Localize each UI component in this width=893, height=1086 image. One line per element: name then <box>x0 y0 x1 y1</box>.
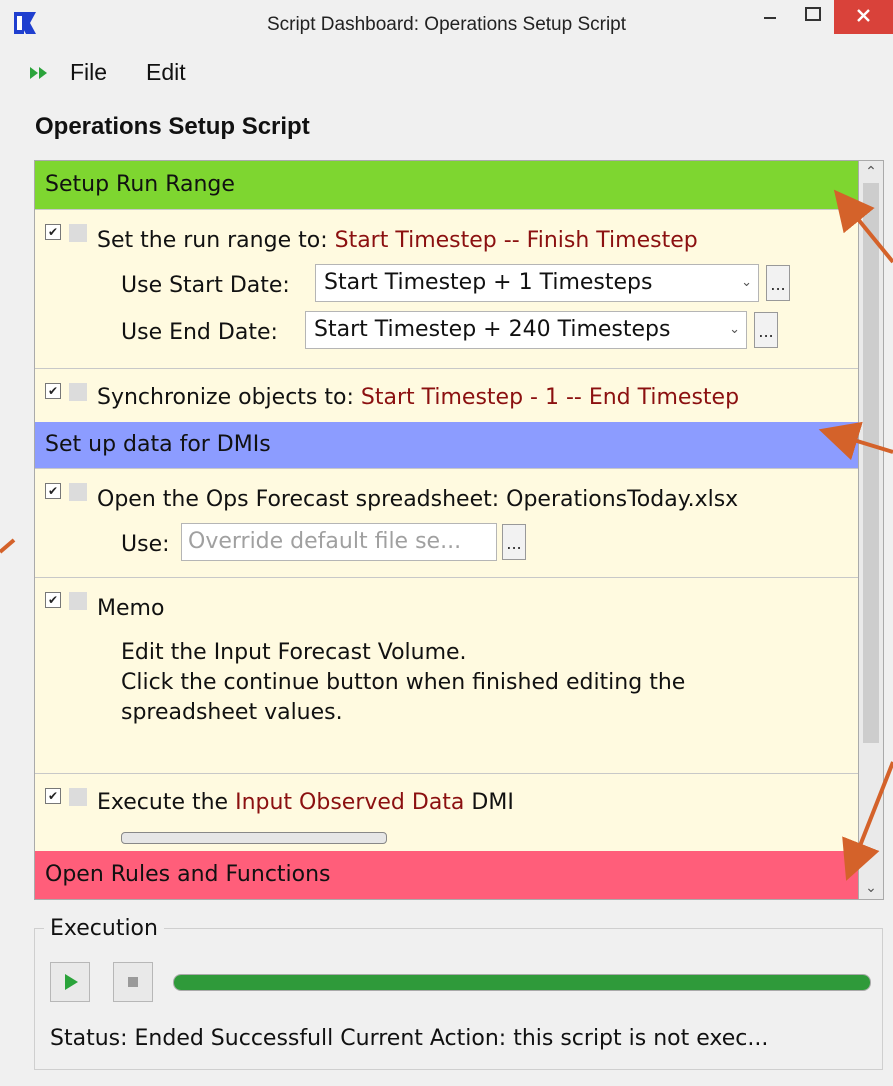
dmi-progress-bar <box>121 832 387 844</box>
action-enabled-checkbox[interactable]: ✔ <box>45 224 61 240</box>
list-scrollbar[interactable]: ⌃ ⌄ <box>859 160 884 900</box>
execute-dmi-text: Execute the Input Observed Data DMI <box>97 790 514 815</box>
script-title: Operations Setup Script <box>35 113 310 140</box>
execute-dmi-prefix: Execute the <box>97 790 236 815</box>
start-date-value: Start Timestep + 1 Timesteps <box>324 270 653 295</box>
start-date-label: Use Start Date: <box>121 273 290 298</box>
action-status-indicator <box>69 224 87 242</box>
start-date-select[interactable]: Start Timestep + 1 Timesteps ⌄ <box>315 264 759 302</box>
chevron-down-icon: ⌄ <box>729 322 740 337</box>
memo-line: spreadsheet values. <box>121 700 343 725</box>
start-date-browse-button[interactable]: ... <box>766 265 790 301</box>
stop-icon <box>128 977 138 987</box>
sync-text: Synchronize objects to: Start Timestep -… <box>97 385 739 410</box>
menu-edit[interactable]: Edit <box>146 59 186 86</box>
run-range-prefix: Set the run range to: <box>97 228 335 253</box>
action-enabled-checkbox[interactable]: ✔ <box>45 788 61 804</box>
maximize-button[interactable] <box>792 0 834 34</box>
minimize-button[interactable] <box>748 0 792 34</box>
run-arrows-icon <box>30 67 47 79</box>
chevron-down-icon: ⌄ <box>741 275 752 290</box>
action-set-run-range: ✔ Set the run range to: Start Timestep -… <box>35 209 858 368</box>
play-button[interactable] <box>50 962 90 1002</box>
execution-label: Execution <box>44 916 164 941</box>
menu-file[interactable]: File <box>70 59 107 86</box>
end-date-browse-button[interactable]: ... <box>754 312 778 348</box>
end-date-select[interactable]: Start Timestep + 240 Timesteps ⌄ <box>305 311 747 349</box>
end-date-value: Start Timestep + 240 Timesteps <box>314 317 671 342</box>
script-dashboard-window: Script Dashboard: Operations Setup Scrip… <box>0 0 893 1086</box>
action-status-indicator <box>69 483 87 501</box>
run-range-sep: -- <box>496 228 527 253</box>
action-enabled-checkbox[interactable]: ✔ <box>45 483 61 499</box>
scroll-up-icon[interactable]: ⌃ <box>859 161 883 183</box>
run-range-finish: Finish Timestep <box>526 228 698 253</box>
end-date-label: Use End Date: <box>121 320 278 345</box>
run-range-text: Set the run range to: Start Timestep -- … <box>97 228 698 253</box>
file-override-input[interactable]: Override default file se... <box>181 523 497 561</box>
status-text: Status: Ended Successfull Current Action… <box>50 1026 769 1051</box>
close-button[interactable] <box>834 0 893 34</box>
minimize-icon <box>764 17 776 19</box>
dmi-name: Input Observed Data <box>235 790 465 815</box>
section-open-rules[interactable]: Open Rules and Functions <box>35 851 858 899</box>
use-label: Use: <box>121 532 170 557</box>
execution-progress-fill <box>174 975 870 990</box>
memo-line: Click the continue button when finished … <box>121 670 686 695</box>
execution-progress-bar <box>173 974 871 991</box>
scrollbar-thumb[interactable] <box>863 183 879 743</box>
action-status-indicator <box>69 788 87 806</box>
action-execute-dmi: ✔ Execute the Input Observed Data DMI <box>35 773 858 851</box>
section-setup-run-range[interactable]: Setup Run Range <box>35 161 858 209</box>
section-set-up-data[interactable]: Set up data for DMIs <box>35 422 858 468</box>
action-synchronize-objects: ✔ Synchronize objects to: Start Timestep… <box>35 368 858 422</box>
sync-prefix: Synchronize objects to: <box>97 385 361 410</box>
memo-title: Memo <box>97 596 165 621</box>
action-memo: ✔ Memo Edit the Input Forecast Volume. C… <box>35 577 858 773</box>
memo-line: Edit the Input Forecast Volume. <box>121 640 467 665</box>
file-browse-button[interactable]: ... <box>502 524 526 560</box>
action-enabled-checkbox[interactable]: ✔ <box>45 383 61 399</box>
sync-range: Start Timestep - 1 -- End Timestep <box>360 385 740 410</box>
action-status-indicator <box>69 592 87 610</box>
title-bar: Script Dashboard: Operations Setup Scrip… <box>0 0 893 50</box>
action-enabled-checkbox[interactable]: ✔ <box>45 592 61 608</box>
maximize-icon <box>805 7 821 21</box>
open-spreadsheet-text: Open the Ops Forecast spreadsheet: Opera… <box>97 487 739 512</box>
close-icon <box>857 9 870 22</box>
action-open-spreadsheet: ✔ Open the Ops Forecast spreadsheet: Ope… <box>35 468 858 577</box>
execute-dmi-suffix: DMI <box>464 790 514 815</box>
scroll-down-icon[interactable]: ⌄ <box>859 877 883 899</box>
run-range-start: Start Timestep <box>334 228 497 253</box>
script-action-list: Setup Run Range ✔ Set the run range to: … <box>34 160 859 900</box>
action-status-indicator <box>69 383 87 401</box>
play-icon <box>65 974 78 990</box>
stop-button[interactable] <box>113 962 153 1002</box>
